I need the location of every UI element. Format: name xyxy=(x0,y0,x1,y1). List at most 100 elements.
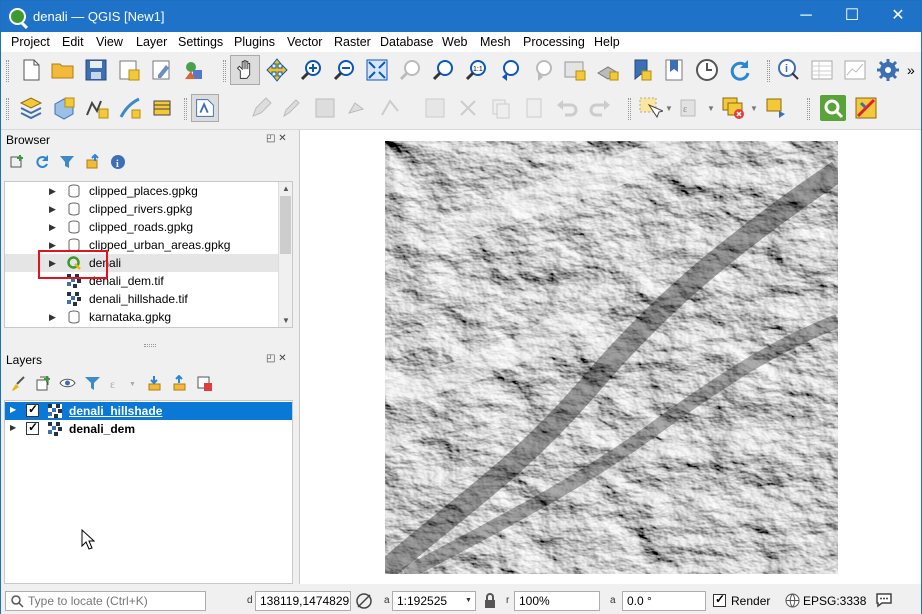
expand-arrow-icon[interactable]: ▶ xyxy=(10,423,16,432)
zoom-out-icon[interactable] xyxy=(331,57,357,83)
filter-legend-icon[interactable] xyxy=(84,375,101,392)
pan-to-selection-icon[interactable] xyxy=(264,57,290,83)
chevron-down-icon[interactable]: ▼ xyxy=(129,381,136,388)
menu-project[interactable]: Project xyxy=(11,35,50,49)
collapse-all-icon[interactable] xyxy=(171,375,188,392)
render-checkbox[interactable]: ✓ xyxy=(713,592,726,607)
expand-arrow-icon[interactable]: ▶ xyxy=(10,405,16,414)
pan-map-icon[interactable] xyxy=(230,55,260,85)
new-geopackage-layer-icon[interactable] xyxy=(51,95,77,121)
menu-help[interactable]: Help xyxy=(594,35,620,49)
chevron-down-icon[interactable]: ▼ xyxy=(465,597,472,604)
menu-processing[interactable]: Processing xyxy=(523,35,585,49)
toolbar-grip[interactable] xyxy=(767,60,770,82)
menu-database[interactable]: Database xyxy=(380,35,434,49)
toolbar-overflow-button[interactable]: » xyxy=(907,62,915,78)
expand-arrow-icon[interactable]: ▶ xyxy=(49,312,56,323)
toggle-extents-icon[interactable] xyxy=(355,592,373,610)
menu-vector[interactable]: Vector xyxy=(287,35,322,49)
menu-web[interactable]: Web xyxy=(442,35,467,49)
edit-pencil-icon[interactable] xyxy=(278,95,304,121)
close-button[interactable]: ✕ xyxy=(875,1,921,32)
statistical-summary-icon[interactable] xyxy=(842,57,868,83)
lock-scale-icon[interactable] xyxy=(482,593,498,609)
toolbar-grip[interactable] xyxy=(628,98,631,120)
data-source-manager-icon[interactable] xyxy=(18,95,44,121)
digitizing-icon[interactable] xyxy=(191,94,219,122)
undo-icon[interactable] xyxy=(554,95,580,121)
scale-select[interactable]: 1:192525 xyxy=(392,591,476,611)
toggle-editing-icon[interactable] xyxy=(248,95,274,121)
toolbar-grip[interactable] xyxy=(6,98,9,120)
style-manager-icon[interactable] xyxy=(181,57,207,83)
new-print-layout-icon[interactable] xyxy=(116,57,142,83)
chevron-down-icon[interactable]: ▼ xyxy=(707,104,715,113)
redo-icon[interactable] xyxy=(587,95,613,121)
zoom-next-icon[interactable] xyxy=(529,57,555,83)
layer-visibility-checkbox[interactable] xyxy=(26,420,39,435)
new-project-icon[interactable] xyxy=(18,57,44,83)
manage-visibility-eye-icon[interactable] xyxy=(59,375,76,392)
menu-plugins[interactable]: Plugins xyxy=(234,35,275,49)
cut-features-icon[interactable] xyxy=(455,95,481,121)
minimize-button[interactable]: ─ xyxy=(783,1,829,32)
add-group-icon[interactable] xyxy=(34,375,51,392)
plugin-tool-icon[interactable] xyxy=(853,95,879,121)
menu-raster[interactable]: Raster xyxy=(334,35,371,49)
new-temporary-layer-icon[interactable] xyxy=(117,95,143,121)
remove-layer-icon[interactable] xyxy=(196,375,213,392)
browser-item[interactable]: denali_hillshade.tif xyxy=(5,290,280,308)
new-map-view-icon[interactable] xyxy=(562,57,588,83)
menu-settings[interactable]: Settings xyxy=(178,35,223,49)
properties-info-icon[interactable]: i xyxy=(110,154,126,170)
browser-item[interactable]: ▶ clipped_places.gpkg xyxy=(5,182,280,200)
expand-arrow-icon[interactable]: ▶ xyxy=(49,204,56,215)
zoom-to-layer-icon[interactable] xyxy=(430,57,456,83)
select-by-expression-icon[interactable]: ε xyxy=(678,95,704,121)
layer-visibility-checkbox[interactable] xyxy=(26,402,39,417)
expand-arrow-icon[interactable]: ▶ xyxy=(49,222,56,233)
paste-features-icon[interactable] xyxy=(521,95,547,121)
filter-browser-icon[interactable] xyxy=(59,154,75,170)
panel-splitter[interactable] xyxy=(144,344,156,347)
zoom-native-resolution-icon[interactable]: 1:1 xyxy=(463,57,489,83)
scroll-up-arrow-icon[interactable]: ▲ xyxy=(282,184,290,193)
open-project-icon[interactable] xyxy=(50,57,76,83)
modify-attributes-icon[interactable] xyxy=(422,95,448,121)
maximize-button[interactable]: ☐ xyxy=(829,1,875,32)
style-brush-icon[interactable] xyxy=(9,375,26,392)
select-features-icon[interactable] xyxy=(637,95,663,121)
browser-panel-float-close[interactable]: ◰ ✕ xyxy=(266,133,287,144)
add-feature-icon[interactable] xyxy=(345,95,371,121)
zoom-full-icon[interactable] xyxy=(364,57,390,83)
scroll-down-arrow-icon[interactable]: ▼ xyxy=(282,316,290,325)
crs-label[interactable]: EPSG:3338 xyxy=(803,594,866,608)
copy-features-icon[interactable] xyxy=(488,95,514,121)
refresh-icon[interactable] xyxy=(727,57,753,83)
deselect-all-icon[interactable] xyxy=(720,95,746,121)
save-project-icon[interactable] xyxy=(83,57,109,83)
settings-gear-icon[interactable] xyxy=(875,57,901,83)
zoom-in-icon[interactable] xyxy=(298,57,324,83)
rotation-spinbox[interactable]: 0.0 ° xyxy=(622,591,706,611)
map-canvas[interactable] xyxy=(299,130,921,584)
locate-search-input[interactable]: Type to locate (Ctrl+K) xyxy=(5,591,206,611)
new-virtual-layer-icon[interactable] xyxy=(150,95,176,121)
layer-row-denali-dem[interactable]: ▶ denali_dem xyxy=(5,420,292,438)
expand-all-icon[interactable] xyxy=(146,375,163,392)
browser-scrollbar[interactable]: ▲ ▼ xyxy=(278,182,292,327)
toolbar-grip[interactable] xyxy=(6,60,9,82)
new-3d-map-view-icon[interactable] xyxy=(595,57,621,83)
filter-by-expression-icon[interactable]: ε xyxy=(109,375,126,392)
zoom-last-icon[interactable] xyxy=(496,57,522,83)
browser-item[interactable]: ▶ karnataka.gpkg xyxy=(5,308,280,326)
scrollbar-thumb[interactable] xyxy=(280,196,291,254)
temporal-controller-icon[interactable] xyxy=(694,57,720,83)
processing-toolbox-icon[interactable] xyxy=(820,95,846,121)
magnifier-spinbox[interactable]: 100% xyxy=(514,591,600,611)
open-attribute-table-icon[interactable] xyxy=(809,57,835,83)
toolbar-grip[interactable] xyxy=(184,98,187,120)
layout-manager-icon[interactable] xyxy=(149,57,175,83)
add-selected-layers-icon[interactable] xyxy=(9,154,25,170)
browser-item[interactable]: ▶ clipped_roads.gpkg xyxy=(5,218,280,236)
